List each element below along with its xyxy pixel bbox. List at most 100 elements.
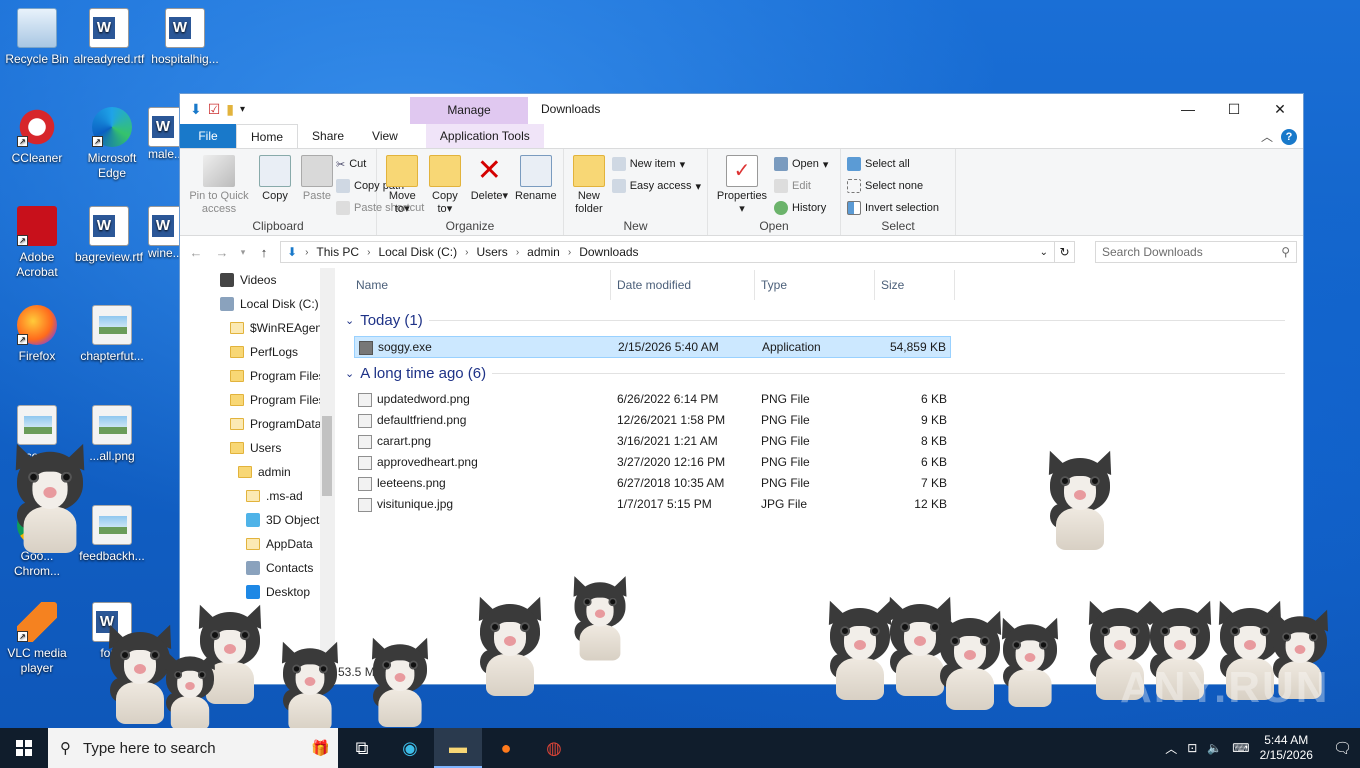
- task-view-button[interactable]: ⧉: [338, 728, 386, 768]
- nav-item-admin[interactable]: admin: [238, 460, 291, 484]
- nav-item-videos[interactable]: Videos: [220, 268, 276, 292]
- breadcrumb-users[interactable]: Users: [476, 245, 507, 259]
- desktop-icon-firefox[interactable]: ↗ Firefox: [0, 305, 74, 364]
- move-to-button[interactable]: Move to▾: [383, 153, 422, 216]
- keyboard-icon[interactable]: ⌨: [1232, 741, 1249, 755]
- desktop-icon-male[interactable]: male...: [148, 107, 180, 162]
- taskbar-chrome[interactable]: ◍: [530, 728, 578, 768]
- taskbar-firefox[interactable]: ●: [482, 728, 530, 768]
- copy-to-button[interactable]: Copy to▾: [426, 153, 465, 216]
- clock[interactable]: 5:44 AM 2/15/2026: [1260, 733, 1313, 763]
- properties-button[interactable]: ✓ Properties ▾: [714, 153, 770, 217]
- desktop-icon-chapterfut[interactable]: chapterfut...: [75, 305, 149, 364]
- tab-home[interactable]: Home: [236, 124, 299, 148]
- breadcrumb-local-disk[interactable]: Local Disk (C:): [378, 245, 457, 259]
- nav-item-program-files-x86[interactable]: Program Files: [230, 388, 325, 412]
- edit-button[interactable]: Edit: [774, 177, 828, 195]
- rename-button[interactable]: Rename: [515, 153, 557, 216]
- desktop-icon-acrobat[interactable]: ↗ Adobe Acrobat: [0, 206, 74, 280]
- nav-item-program-files[interactable]: Program Files: [230, 364, 325, 388]
- nav-item-users[interactable]: Users: [230, 436, 281, 460]
- file-row[interactable]: approvedheart.png 3/27/2020 12:16 PM PNG F…: [354, 452, 951, 473]
- manage-contextual-tab[interactable]: Manage: [410, 97, 528, 124]
- network-icon[interactable]: ⊡: [1187, 741, 1197, 755]
- file-row[interactable]: visitunique.jpg 1/7/2017 5:15 PM JPG File 1…: [354, 494, 951, 515]
- tab-view[interactable]: View: [358, 124, 412, 148]
- paste-button[interactable]: Paste: [298, 153, 336, 217]
- nav-scrollbar[interactable]: [320, 268, 334, 685]
- help-icon[interactable]: ?: [1281, 128, 1297, 145]
- maximize-button[interactable]: ☐: [1211, 94, 1257, 124]
- nav-item-perflogs[interactable]: PerfLogs: [230, 340, 298, 364]
- minimize-button[interactable]: —: [1165, 94, 1211, 124]
- desktop-icon-recycle-bin[interactable]: Recycle Bin: [0, 8, 74, 67]
- file-type: PNG File: [761, 392, 810, 406]
- invert-selection-button[interactable]: Invert selection: [847, 199, 949, 217]
- nav-scrollbar-thumb[interactable]: [322, 416, 332, 496]
- tab-application-tools[interactable]: Application Tools: [425, 124, 544, 148]
- breadcrumb-downloads[interactable]: Downloads: [579, 245, 638, 259]
- customize-toolbar-icon[interactable]: ▾: [240, 104, 245, 115]
- file-row[interactable]: defaultfriend.png 12/26/2021 1:58 PM PNG F…: [354, 410, 951, 431]
- tab-file[interactable]: File: [180, 124, 236, 148]
- down-arrow-icon[interactable]: ⬇: [190, 101, 202, 118]
- collapse-ribbon-icon[interactable]: ︿: [1261, 128, 1273, 145]
- chevron-down-icon[interactable]: ⌄: [1040, 247, 1048, 258]
- new-folder-button[interactable]: New folder: [570, 153, 608, 216]
- desktop-icon-alreadyred[interactable]: alreadyred.rtf: [72, 8, 146, 67]
- group-header-long-ago[interactable]: ⌄ A long time ago (6): [345, 365, 1285, 382]
- taskbar-file-explorer[interactable]: ▬: [434, 728, 482, 768]
- properties-check-icon[interactable]: ☑: [208, 101, 221, 118]
- nav-item-winreagent[interactable]: $WinREAgent: [230, 316, 325, 340]
- desktop-icon-wine[interactable]: wine...: [148, 206, 180, 261]
- desktop-icon-ccleaner[interactable]: ↗ CCleaner: [0, 107, 74, 166]
- new-folder-icon[interactable]: ▮: [226, 101, 234, 118]
- refresh-button[interactable]: ↻: [1055, 241, 1075, 263]
- open-button[interactable]: Open ▾: [774, 155, 828, 173]
- copy-button[interactable]: Copy: [256, 153, 294, 217]
- file-row[interactable]: carart.png 3/16/2021 1:21 AM PNG File 8 KB: [354, 431, 951, 452]
- tab-share[interactable]: Share: [298, 124, 358, 148]
- taskbar-search[interactable]: ⚲ Type here to search 🎁: [48, 728, 338, 768]
- close-button[interactable]: ✕: [1257, 94, 1303, 124]
- address-bar[interactable]: ⬇ › This PC › Local Disk (C:) › Users › …: [280, 241, 1055, 263]
- nav-item-ms-ad[interactable]: .ms-ad: [246, 484, 303, 508]
- file-row[interactable]: updatedword.png 6/26/2022 6:14 PM PNG File…: [354, 389, 951, 410]
- search-box[interactable]: Search Downloads ⚲: [1095, 241, 1297, 263]
- recent-locations-button[interactable]: ▾: [238, 247, 248, 258]
- column-name[interactable]: Name: [350, 270, 611, 300]
- select-none-button[interactable]: Select none: [847, 177, 949, 195]
- up-button[interactable]: ↑: [254, 245, 274, 260]
- back-button[interactable]: ←: [186, 245, 206, 260]
- select-all-button[interactable]: Select all: [847, 155, 949, 173]
- pin-quick-access-button[interactable]: Pin to Quick access: [186, 153, 252, 217]
- forward-button[interactable]: →: [212, 245, 232, 260]
- column-date-modified[interactable]: Date modified: [611, 270, 755, 300]
- new-item-button[interactable]: New item ▾: [611, 155, 701, 173]
- desktop-icon-edge[interactable]: ↗ Microsoft Edge: [75, 107, 149, 181]
- chevron-up-icon[interactable]: ︿: [1165, 740, 1177, 757]
- group-header-today[interactable]: ⌄ Today (1): [345, 312, 1285, 329]
- history-button[interactable]: History: [774, 199, 828, 217]
- nav-item-desktop[interactable]: Desktop: [246, 580, 310, 604]
- breadcrumb-this-pc[interactable]: This PC: [316, 245, 359, 259]
- nav-item-3d-objects[interactable]: 3D Objects: [246, 508, 325, 532]
- desktop-icon-vlc[interactable]: ↗ VLC media player: [0, 602, 74, 676]
- file-row[interactable]: leeteens.png 6/27/2018 10:35 AM PNG File 7 …: [354, 473, 951, 494]
- column-type[interactable]: Type: [755, 270, 875, 300]
- nav-item-local-disk[interactable]: Local Disk (C:): [220, 292, 319, 316]
- delete-button[interactable]: ✕ Delete▾: [468, 153, 510, 216]
- nav-item-appdata[interactable]: AppData: [246, 532, 313, 556]
- easy-access-button[interactable]: Easy access ▾: [611, 177, 701, 195]
- file-row-soggy[interactable]: soggy.exe 2/15/2026 5:40 AM Application …: [354, 336, 951, 358]
- breadcrumb-admin[interactable]: admin: [527, 245, 560, 259]
- notifications-icon[interactable]: 🗨: [1333, 739, 1352, 757]
- nav-item-contacts[interactable]: Contacts: [246, 556, 313, 580]
- desktop-icon-bagreview[interactable]: bagreview.rtf: [72, 206, 146, 265]
- start-button[interactable]: [0, 728, 48, 768]
- volume-icon[interactable]: 🔈: [1207, 741, 1222, 755]
- nav-item-programdata[interactable]: ProgramData: [230, 412, 321, 436]
- taskbar-edge[interactable]: ◉: [386, 728, 434, 768]
- column-size[interactable]: Size: [875, 270, 955, 300]
- desktop-icon-hospitalhig[interactable]: hospitalhig...: [148, 8, 222, 67]
